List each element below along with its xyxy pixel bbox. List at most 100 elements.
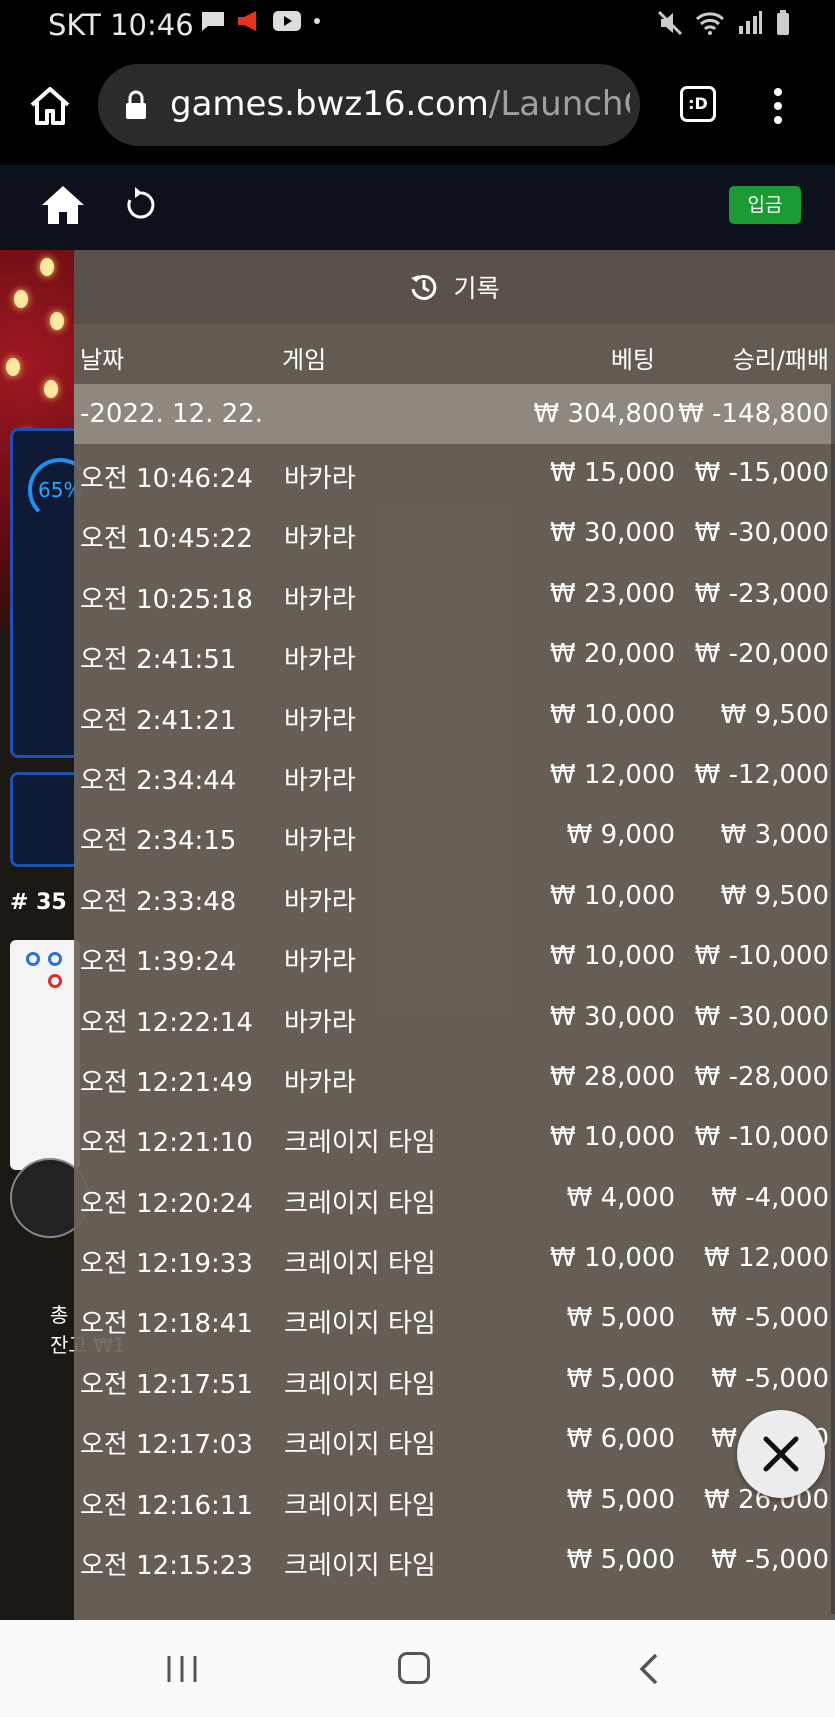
back-icon[interactable] [638, 1652, 660, 1686]
history-row-winloss: ₩ -30,000 [694, 518, 829, 549]
history-row-game: 크레이지 타임 [284, 1369, 436, 1400]
history-row[interactable]: 오전 2:41:21 바카라 ₩ 10,000 ₩ 9,500 [74, 686, 835, 746]
browser-home-icon[interactable] [28, 84, 72, 128]
stats-panel-secondary [10, 772, 80, 867]
history-row-game: 바카라 [284, 1067, 356, 1098]
column-bet: 베팅 [610, 346, 655, 374]
history-row-bet: ₩ 15,000 [550, 458, 675, 488]
history-row[interactable]: 오전 10:25:18 바카라 ₩ 23,000 ₩ -23,000 [74, 565, 835, 625]
close-icon [763, 1436, 799, 1472]
history-row-time: 오전 10:45:22 [80, 524, 253, 555]
history-row-bet: ₩ 30,000 [550, 1001, 675, 1032]
history-row-winloss: ₩ -5,000 [711, 1303, 829, 1334]
history-row-winloss: ₩ -15,000 [694, 458, 829, 488]
history-row[interactable]: 오전 12:20:24 크레이지 타임 ₩ 4,000 ₩ -4,000 [74, 1169, 835, 1229]
history-row[interactable]: 오전 2:41:51 바카라 ₩ 20,000 ₩ -20,000 [74, 625, 835, 685]
history-row-bet: ₩ 5,000 [566, 1363, 675, 1394]
history-row[interactable]: 오전 10:46:24 바카라 ₩ 15,000 ₩ -15,000 [74, 444, 835, 504]
nav-home-icon[interactable] [398, 1652, 430, 1684]
history-row-game: 크레이지 타임 [284, 1490, 436, 1521]
history-row[interactable]: 오전 1:39:24 바카라 ₩ 10,000 ₩ -10,000 [74, 927, 835, 987]
status-bar: SKT 10:46 [0, 0, 835, 50]
history-row-bet: ₩ 10,000 [550, 880, 675, 911]
summary-winloss: ₩ -148,800 [678, 399, 829, 429]
close-history-button[interactable] [737, 1410, 825, 1498]
history-row[interactable]: 오전 12:17:51 크레이지 타임 ₩ 5,000 ₩ -5,000 [74, 1350, 835, 1410]
history-row-winloss: ₩ -5,000 [711, 1363, 829, 1394]
refresh-icon[interactable] [124, 185, 158, 223]
deposit-button[interactable]: 입금 [729, 186, 801, 224]
tab-switcher-button[interactable]: :D [680, 86, 716, 122]
history-row-winloss: ₩ 9,500 [720, 880, 829, 911]
history-row-game: 크레이지 타임 [284, 1249, 436, 1280]
column-date: 날짜 [80, 346, 125, 374]
history-row-winloss: ₩ -10,000 [694, 1122, 829, 1153]
history-scrollbar[interactable] [831, 384, 835, 1614]
history-row[interactable]: 오전 12:15:23 크레이지 타임 ₩ 5,000 ₩ -5,000 [74, 1531, 835, 1591]
history-row-time: 오전 2:34:44 [80, 765, 237, 796]
scoreboard-road [10, 940, 80, 1170]
history-icon [411, 274, 437, 300]
history-row-game: 바카라 [284, 765, 356, 796]
history-row[interactable]: 오전 12:17:03크레이지 타임₩ 6,000₩ -6,000 [74, 1410, 835, 1470]
history-row-time: 오전 2:33:48 [80, 886, 237, 917]
history-row-winloss: ₩ 3,000 [720, 820, 829, 851]
history-row-bet: ₩ 4,000 [566, 1182, 675, 1213]
history-row[interactable]: 오전 12:21:10 크레이지 타임 ₩ 10,000 ₩ -10,000 [74, 1108, 835, 1168]
history-row[interactable]: 오전 12:21:49 바카라 ₩ 28,000 ₩ -28,000 [74, 1048, 835, 1108]
history-row-time: 오전 12:19:33 [80, 1249, 253, 1280]
history-row-winloss: ₩ -28,000 [694, 1061, 829, 1092]
url-text: games.bwz16.com/LaunchG [170, 84, 630, 124]
history-row-bet: ₩ 5,000 [566, 1545, 675, 1576]
dot-icon [314, 18, 320, 24]
url-host: games.bwz16.com [170, 84, 489, 124]
history-row-game: 바카라 [284, 947, 356, 978]
history-row-time: 오전 12:21:10 [80, 1128, 253, 1159]
history-row-winloss: ₩ -5,000 [711, 1545, 829, 1576]
history-row[interactable]: 오전 12:18:41 크레이지 타임 ₩ 5,000 ₩ -5,000 [74, 1289, 835, 1349]
history-row-time: 오전 12:22:14 [80, 1007, 253, 1038]
history-column-headers: 날짜 게임 베팅 승리/패배 [74, 324, 835, 384]
recent-apps-icon[interactable] [165, 1654, 199, 1684]
history-row-bet: ₩ 10,000 [550, 699, 675, 730]
megaphone-icon [238, 11, 256, 31]
history-row-time: 오전 2:41:51 [80, 645, 237, 676]
summary-date: -2022. 12. 22. [80, 399, 264, 429]
history-row-bet: ₩ 5,000 [566, 1303, 675, 1334]
notification-icons [200, 10, 322, 32]
history-row-bet: ₩ 12,000 [550, 759, 675, 790]
browser-menu-icon[interactable] [768, 84, 788, 128]
signal-icon [739, 11, 762, 34]
history-row[interactable]: 오전 12:19:33 크레이지 타임 ₩ 10,000 ₩ 12,000 [74, 1229, 835, 1289]
history-row[interactable]: 오전 2:34:15 바카라 ₩ 9,000 ₩ 3,000 [74, 806, 835, 866]
history-row-time: 오전 12:16:11 [80, 1490, 253, 1521]
app-home-icon[interactable] [40, 183, 86, 227]
history-row[interactable]: 오전 10:45:22 바카라 ₩ 30,000 ₩ -30,000 [74, 504, 835, 564]
history-row-bet: ₩ 20,000 [550, 639, 675, 670]
history-row-winloss: ₩ -12,000 [694, 759, 829, 790]
history-row-game: 크레이지 타임 [284, 1128, 436, 1159]
history-row[interactable]: 오전 2:33:48 바카라 ₩ 10,000 ₩ 9,500 [74, 867, 835, 927]
address-bar[interactable]: games.bwz16.com/LaunchG [98, 64, 640, 146]
history-row-game: 바카라 [284, 1007, 356, 1038]
column-game: 게임 [282, 346, 327, 374]
history-row[interactable]: 오전 12:22:14 바카라 ₩ 30,000 ₩ -30,000 [74, 988, 835, 1048]
history-row-game: 바카라 [284, 645, 356, 676]
history-row-game: 바카라 [284, 886, 356, 917]
history-day-summary[interactable]: -2022. 12. 22. ₩ 304,800 ₩ -148,800 [74, 384, 835, 444]
app-header: 입금 [0, 165, 835, 250]
history-header: 기록 [74, 250, 835, 324]
history-row-game: 크레이지 타임 [284, 1551, 436, 1582]
history-row-time: 오전 12:15:23 [80, 1551, 253, 1582]
history-row-winloss: ₩ 9,500 [720, 699, 829, 730]
history-row[interactable]: 오전 12:16:11 크레이지 타임 ₩ 5,000 ₩ 26,000 [74, 1471, 835, 1531]
round-number: # 35 [10, 890, 67, 915]
history-row-winloss: ₩ -20,000 [694, 639, 829, 670]
message-icon [202, 12, 224, 31]
status-time: SKT 10:46 [48, 8, 194, 42]
history-row-game: 크레이지 타임 [284, 1309, 436, 1340]
url-path: /LaunchG [488, 84, 630, 124]
history-row-bet: ₩ 6,000 [566, 1424, 675, 1455]
history-row[interactable]: 오전 2:34:44 바카라 ₩ 12,000 ₩ -12,000 [74, 746, 835, 806]
history-row-winloss: ₩ 12,000 [704, 1243, 829, 1274]
